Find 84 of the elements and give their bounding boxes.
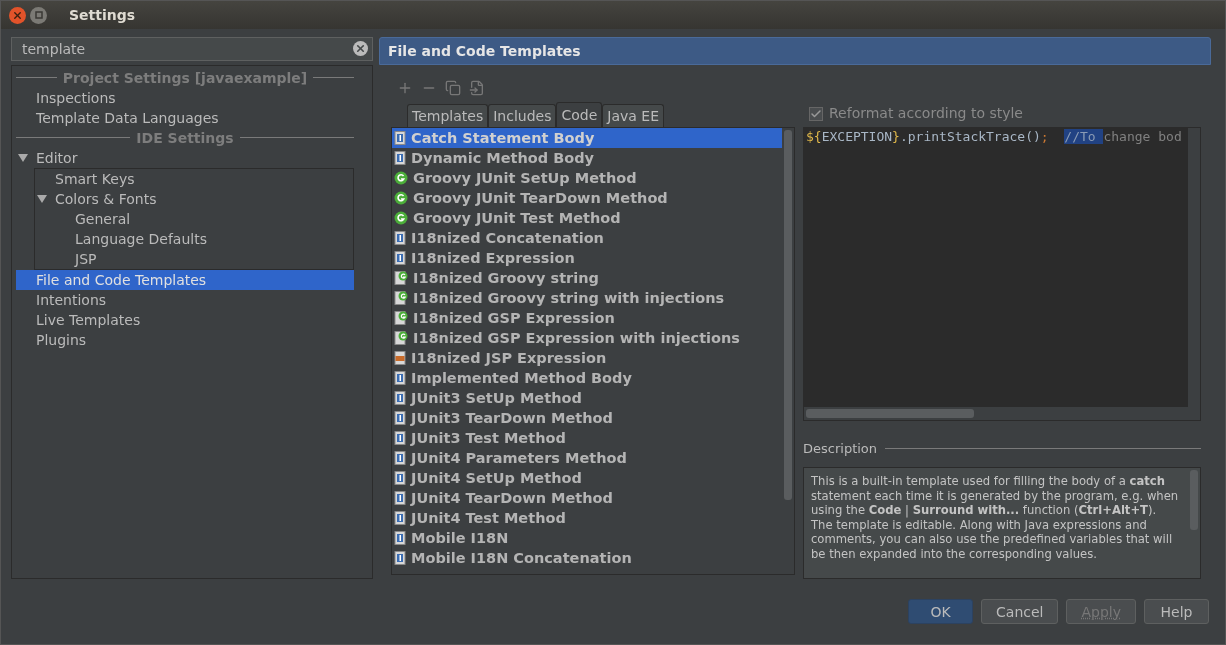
file-icon — [394, 411, 406, 425]
tree-item[interactable]: Plugins — [16, 329, 354, 350]
file-icon — [394, 531, 406, 545]
template-item[interactable]: Dynamic Method Body — [392, 148, 782, 168]
template-item[interactable]: Catch Statement Body — [392, 128, 782, 148]
section-title: Project Settings [javaexample] — [62, 69, 308, 86]
template-item[interactable]: JUnit3 Test Method — [392, 428, 782, 448]
code-line: ${EXCEPTION}.printStackTrace(); //To change bod — [805, 127, 1183, 146]
add-icon[interactable] — [397, 80, 413, 96]
groovy-file-icon — [394, 311, 408, 325]
file-icon — [394, 251, 406, 265]
checkbox-label: Reformat according to style — [829, 104, 1023, 121]
template-item[interactable]: Groovy JUnit Test Method — [392, 208, 782, 228]
file-icon — [394, 491, 406, 505]
file-icon — [394, 231, 406, 245]
template-item[interactable]: Implemented Method Body — [392, 368, 782, 388]
file-icon — [394, 451, 406, 465]
description-text: This is a built-in template used for filling the body of a catch statement each time it is generated by the program, e.g. when using the Code | Surround with... function (Ctrl+Alt+T). The template is editable. Along with Java expressions and comments, you can also use the predefined variables that will be then expanded into the corresponding values. — [810, 473, 1180, 563]
groovy-file-icon — [394, 271, 408, 285]
tree-item[interactable]: File and Code Templates — [16, 269, 354, 290]
file-icon — [394, 511, 406, 525]
maximize-button[interactable] — [30, 6, 47, 24]
tab[interactable]: Code — [556, 102, 603, 127]
checkbox[interactable] — [809, 106, 823, 121]
template-item[interactable]: I18nized Groovy string — [392, 268, 782, 288]
template-item[interactable]: JUnit4 Test Method — [392, 508, 782, 528]
panel-title: File and Code Templates — [379, 37, 1211, 65]
tree-item[interactable]: Smart Keys — [35, 168, 353, 189]
template-item[interactable]: I18nized Groovy string with injections — [392, 288, 782, 308]
tab[interactable]: Templates — [407, 104, 489, 127]
file-icon — [394, 371, 406, 385]
code-editor[interactable]: ${EXCEPTION}.printStackTrace(); //To change bod — [803, 126, 1201, 422]
clear-icon[interactable] — [353, 41, 368, 57]
template-item[interactable]: I18nized Concatenation — [392, 228, 782, 248]
jsp-file-icon — [394, 351, 406, 365]
template-item[interactable]: JUnit4 Parameters Method — [392, 448, 782, 468]
tree-item[interactable]: Language Defaults — [35, 228, 353, 249]
template-item[interactable]: Mobile I18N — [392, 528, 782, 548]
template-item[interactable]: I18nized Expression — [392, 248, 782, 268]
template-item[interactable]: Mobile I18N Concatenation — [392, 548, 782, 568]
template-item[interactable]: Groovy JUnit TearDown Method — [392, 188, 782, 208]
square-icon[interactable] — [34, 11, 43, 19]
scrollbar-thumb[interactable] — [806, 409, 974, 419]
template-item[interactable]: JUnit4 TearDown Method — [392, 488, 782, 508]
dialog-button[interactable]: Cancel — [981, 599, 1059, 624]
section-title: IDE Settings — [136, 129, 234, 146]
file-icon — [394, 131, 406, 145]
file-icon — [394, 391, 406, 405]
tree-item[interactable]: Intentions — [16, 289, 354, 310]
tree-item[interactable]: Editor — [16, 147, 354, 168]
tree-item[interactable]: General — [35, 208, 353, 229]
reset-icon[interactable] — [469, 80, 485, 96]
groovy-file-icon — [394, 331, 408, 345]
expanded-arrow-icon[interactable] — [18, 153, 28, 162]
expanded-arrow-icon[interactable] — [37, 194, 47, 203]
tab[interactable]: Includes — [488, 104, 557, 127]
tree-item[interactable]: Inspections — [16, 87, 354, 108]
groovy-icon — [394, 211, 408, 225]
template-item[interactable]: JUnit4 SetUp Method — [392, 468, 782, 488]
copy-icon[interactable] — [445, 80, 461, 96]
file-icon — [394, 151, 406, 165]
template-item[interactable]: I18nized JSP Expression — [392, 348, 782, 368]
groovy-icon — [394, 171, 408, 185]
tab[interactable]: Java EE — [602, 104, 664, 127]
search-field[interactable]: template — [11, 37, 373, 61]
groovy-icon — [394, 191, 408, 205]
tree-item[interactable]: Live Templates — [16, 309, 354, 330]
template-item[interactable]: JUnit3 TearDown Method — [392, 408, 782, 428]
description-label: Description — [803, 440, 878, 456]
file-icon — [394, 431, 406, 445]
template-item[interactable]: I18nized GSP Expression with injections — [392, 328, 782, 348]
tree-item[interactable]: Colors & Fonts — [35, 188, 353, 209]
template-item[interactable]: I18nized GSP Expression — [392, 308, 782, 328]
scrollbar-thumb[interactable] — [784, 130, 792, 500]
file-icon — [394, 551, 406, 565]
tree-item[interactable]: JSP — [35, 248, 353, 269]
file-icon — [394, 471, 406, 485]
dialog-button[interactable]: Help — [1144, 599, 1209, 624]
tree-item[interactable]: Template Data Languages — [16, 107, 354, 128]
template-item[interactable]: JUnit3 SetUp Method — [392, 388, 782, 408]
window-title: Settings — [69, 7, 136, 23]
template-item[interactable]: Groovy JUnit SetUp Method — [392, 168, 782, 188]
groovy-file-icon — [394, 291, 408, 305]
dialog-button[interactable]: OK — [908, 599, 974, 624]
